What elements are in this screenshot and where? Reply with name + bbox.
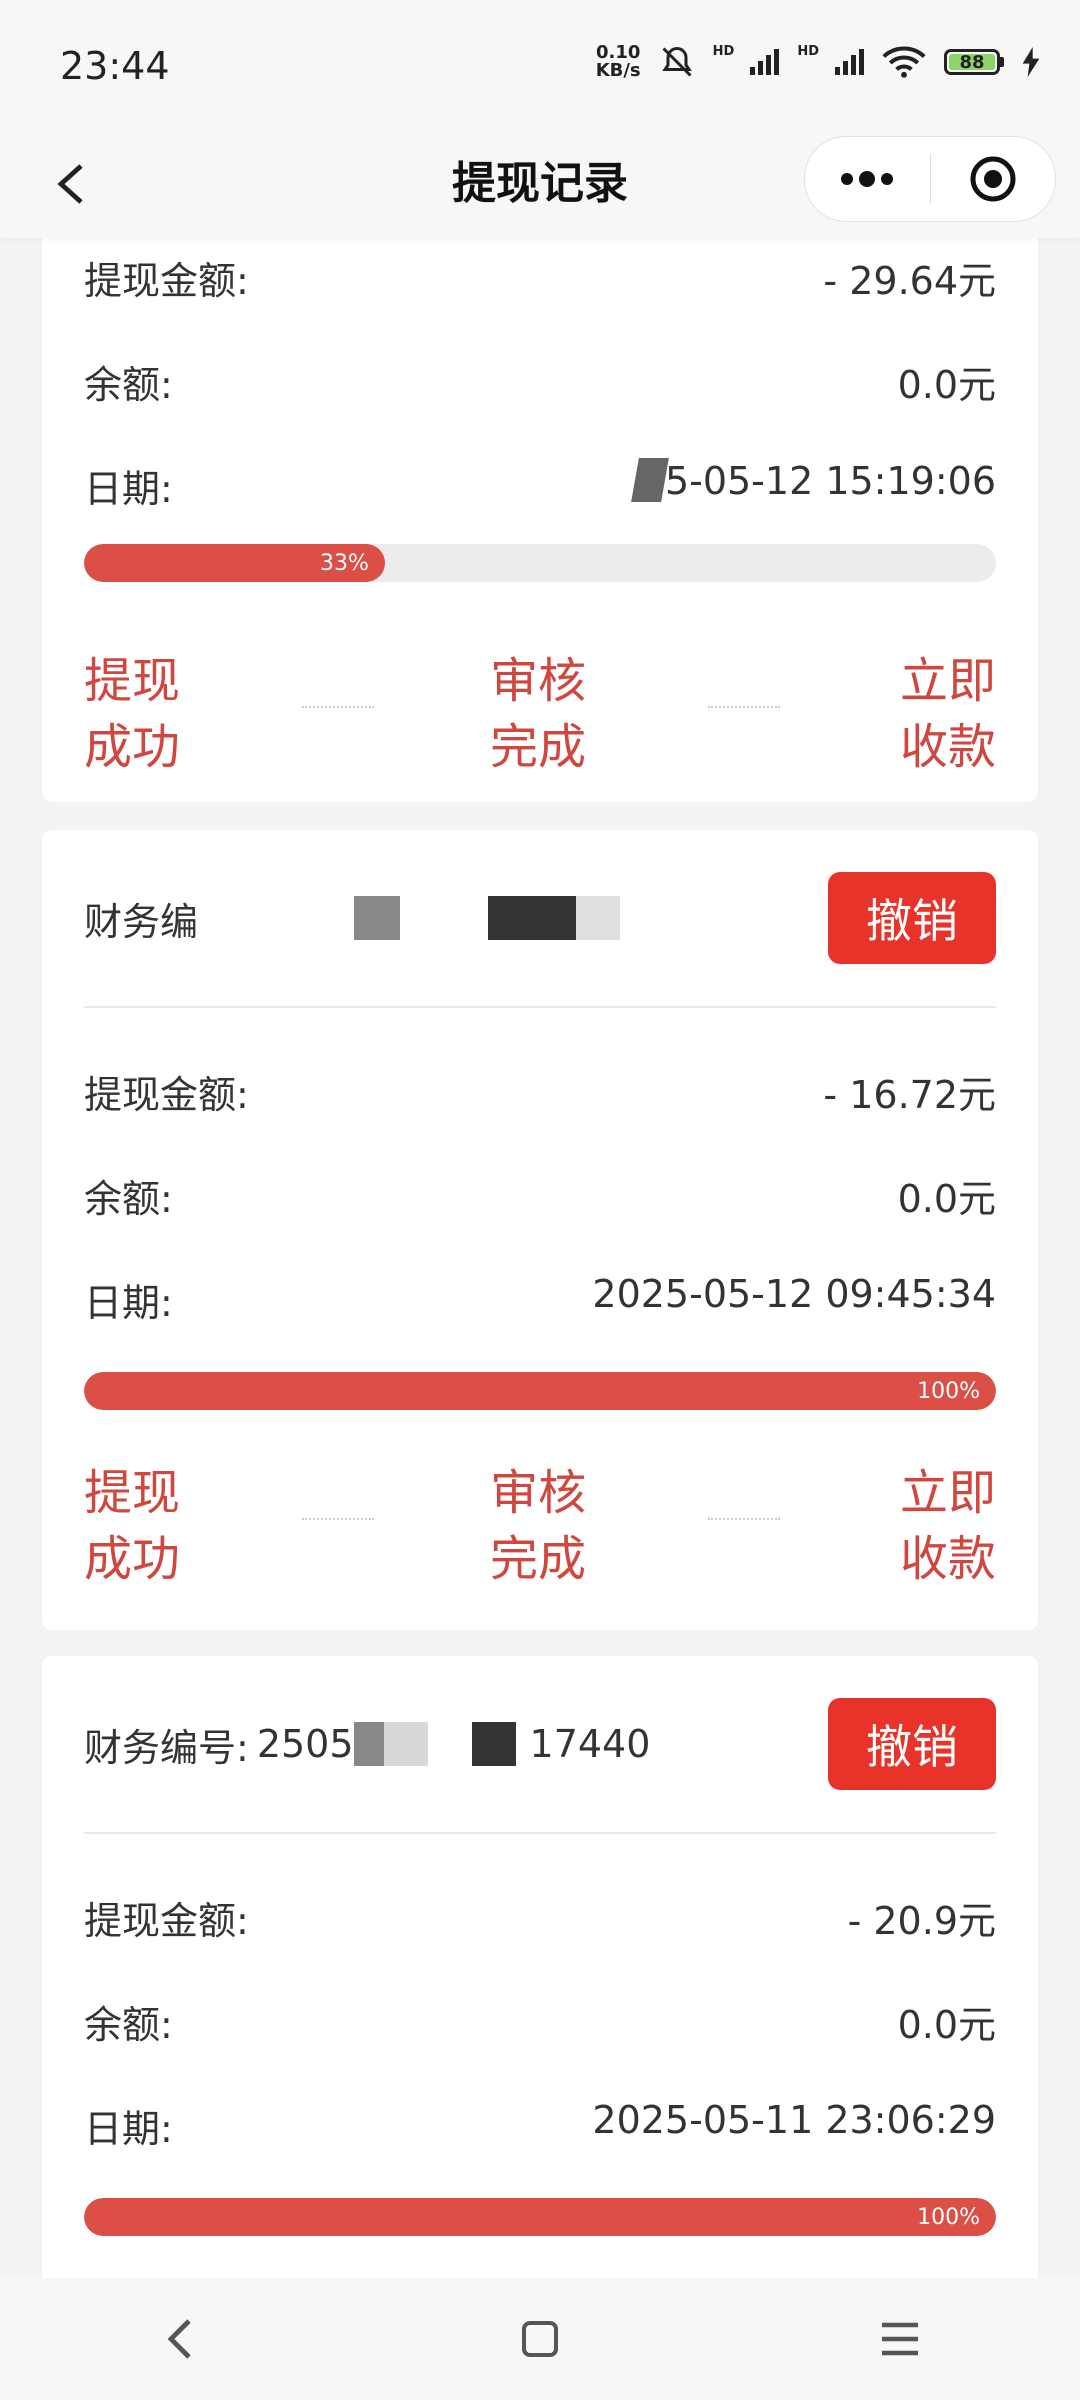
amount-row: 提现金额: - 16.72元 (84, 1064, 996, 1119)
divider (84, 1006, 996, 1008)
status-time: 23:44 (60, 44, 170, 88)
date-row: 日期: 5-05-12 15:19:06 (84, 458, 996, 513)
chevron-left-icon (167, 2319, 191, 2359)
record-card-2: 财务编 撤销 提现金额: - 16.72元 余额: 0.0元 日期: 2025-… (42, 830, 1038, 1630)
step-connector (302, 706, 374, 708)
step-connector (708, 1518, 780, 1520)
balance-label: 余额: (84, 2003, 173, 2047)
finance-number: 财务编号: 2505 17440 (84, 1722, 651, 1770)
redaction-mask (353, 1722, 384, 1766)
redaction-mask (488, 896, 577, 940)
amount-value: - 29.64元 (823, 259, 996, 303)
record-card-1: 提现金额: - 29.64元 余额: 0.0元 日期: 5-05-12 15:1… (42, 238, 1038, 802)
finance-number-row: 财务编号: 2505 17440 撤销 (84, 1698, 996, 1790)
battery-icon: 88 (944, 49, 1004, 75)
step-review-complete: 审核 完成 (490, 653, 587, 775)
cancel-button[interactable]: 撤销 (828, 1698, 996, 1790)
date-value: 5-05-12 15:19:06 (631, 458, 996, 513)
date-row: 日期: 2025-05-12 09:45:34 (84, 1272, 996, 1327)
navigation-bar: 提现记录 (0, 130, 1080, 238)
signal-icon-2 (835, 49, 864, 75)
redaction-mask (383, 1722, 428, 1766)
step-connector (302, 1518, 374, 1520)
more-dots-icon (841, 171, 894, 187)
amount-value: - 16.72元 (823, 1073, 996, 1117)
progress-bar: 33% (84, 544, 996, 582)
amount-label: 提现金额: (84, 1899, 249, 1943)
network-speed: 0.10 KB/s (595, 42, 641, 81)
amount-value: - 20.9元 (847, 1899, 996, 1943)
date-label: 日期: (84, 1281, 173, 1325)
redaction-mask (354, 896, 401, 940)
progress-fill: 33% (84, 544, 385, 582)
hamburger-menu-icon (882, 2322, 918, 2356)
system-navigation-bar (0, 2278, 1080, 2400)
finance-number: 财务编 (84, 891, 621, 946)
progress-steps: 提现 成功 审核 完成 立即 收款 (84, 648, 996, 775)
system-back-button[interactable] (140, 2299, 220, 2379)
balance-row: 余额: 0.0元 (84, 1994, 996, 2049)
date-value: 2025-05-11 23:06:29 (592, 2098, 996, 2142)
balance-row: 余额: 0.0元 (84, 1168, 996, 1223)
amount-label: 提现金额: (84, 259, 249, 303)
divider (84, 1832, 996, 1834)
square-home-icon (522, 2321, 558, 2357)
step-withdraw-success: 提现 成功 (84, 1465, 181, 1587)
step-connector (708, 706, 780, 708)
balance-row: 余额: 0.0元 (84, 354, 996, 409)
amount-row: 提现金额: - 20.9元 (84, 1890, 996, 1945)
hd-label-2: HD (797, 44, 819, 59)
progress-steps: 提现 成功 审核 完成 立即 收款 (84, 1460, 996, 1587)
date-value: 2025-05-12 09:45:34 (592, 1272, 996, 1316)
date-label: 日期: (84, 467, 173, 511)
progress-bar: 100% (84, 2198, 996, 2236)
mini-program-capsule (804, 136, 1056, 222)
signal-icon-1 (750, 49, 780, 75)
balance-label: 余额: (84, 363, 173, 407)
balance-label: 余额: (84, 1177, 173, 1221)
step-receive-now: 立即 收款 (899, 1465, 996, 1587)
charging-bolt-icon (1022, 47, 1040, 77)
more-button[interactable] (805, 137, 930, 221)
balance-value: 0.0元 (897, 1177, 996, 1221)
record-list[interactable]: 提现金额: - 29.64元 余额: 0.0元 日期: 5-05-12 15:1… (0, 238, 1080, 2278)
step-review-complete: 审核 完成 (490, 1465, 587, 1587)
step-withdraw-success: 提现 成功 (84, 653, 181, 775)
wifi-icon (882, 46, 926, 78)
status-icons: 0.10 KB/s HD HD 88 (596, 44, 1040, 80)
finance-number-row: 财务编 撤销 (84, 872, 996, 964)
balance-value: 0.0元 (897, 363, 996, 407)
date-label: 日期: (84, 2107, 173, 2151)
amount-row: 提现金额: - 29.64元 (84, 250, 996, 305)
cancel-button[interactable]: 撤销 (828, 872, 996, 964)
mute-bell-icon (661, 46, 692, 77)
progress-bar: 100% (84, 1372, 996, 1410)
step-receive-now: 立即 收款 (899, 653, 996, 775)
date-row: 日期: 2025-05-11 23:06:29 (84, 2098, 996, 2153)
record-card-3: 财务编号: 2505 17440 撤销 提现金额: - 20.9元 余额: 0.… (42, 1656, 1038, 2278)
status-bar: 23:44 0.10 KB/s HD HD 88 (0, 0, 1080, 130)
target-close-icon (970, 156, 1016, 202)
hd-label-1: HD (712, 44, 735, 59)
redaction-mask (471, 1722, 516, 1766)
progress-fill: 100% (84, 2198, 996, 2236)
redaction-mask (631, 458, 669, 502)
redaction-mask (576, 896, 621, 940)
system-menu-button[interactable] (860, 2299, 940, 2379)
balance-value: 0.0元 (897, 2003, 996, 2047)
progress-fill: 100% (84, 1372, 996, 1410)
system-home-button[interactable] (500, 2299, 580, 2379)
close-mini-program-button[interactable] (931, 137, 1056, 221)
amount-label: 提现金额: (84, 1073, 249, 1117)
